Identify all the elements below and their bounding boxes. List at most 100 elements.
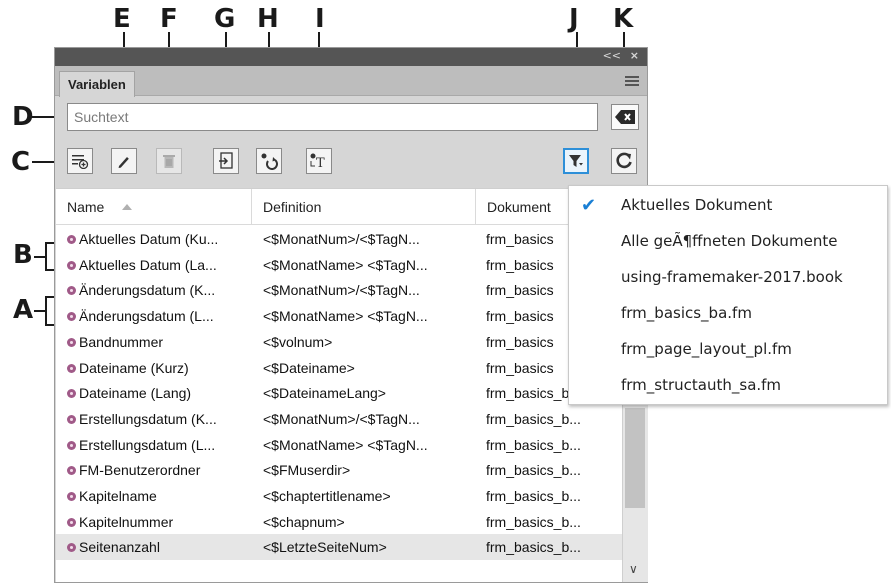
table-row[interactable]: Änderungsdatum (L... <$MonatName> <$TagN.… [56,303,622,329]
cell-name: Kapitelname [67,483,252,509]
table-row[interactable]: Seitenanzahl <$LetzteSeiteNum> frm_basics_… [56,534,622,561]
filter-option-frm-basics[interactable]: frm_basics_ba.fm [569,296,887,331]
variable-text-icon: T [310,153,325,170]
edit-pencil-icon [118,157,129,168]
table-row[interactable]: Erstellungsdatum (K... <$MonatNum>/<$TagN… [56,406,622,432]
collapse-icon[interactable]: << [603,49,621,62]
table-row[interactable]: Dateiname (Lang) <$DateinameLang> frm_basi… [56,380,622,406]
filter-option-label: using-framemaker-2017.book [621,268,843,286]
cell-definition: <$LetzteSeiteNum> [263,539,387,556]
filter-dropdown-menu: ✔ Aktuelles Dokument Alle geÃ¶ffneten Do… [568,185,888,405]
table-row[interactable]: Bandnummer <$volnum> frm_basics [56,329,622,355]
filter-option-current-document[interactable]: ✔ Aktuelles Dokument [569,188,887,223]
cell-document: frm_basics_b... [486,462,581,479]
cell-definition: <$MonatNum>/<$TagN... [263,282,420,299]
filter-option-label: Aktuelles Dokument [621,196,773,214]
cell-name: Bandnummer [67,329,252,355]
column-header-definition-label: Definition [263,199,322,215]
cell-definition: <$DateinameLang> [263,385,386,402]
variable-gear-icon [67,337,76,347]
filter-option-book[interactable]: using-framemaker-2017.book [569,260,887,295]
callout-d: D [12,102,34,132]
insert-variable-icon [219,152,233,169]
cell-name-text: Kapitelname [79,488,157,504]
table-row[interactable]: Erstellungsdatum (L... <$MonatName> <$Tag… [56,432,622,458]
checkmark-icon: ✔ [581,195,597,216]
cell-name-text: Dateiname (Lang) [79,385,192,402]
cell-definition: <$MonatName> <$TagN... [263,308,428,325]
clear-search-icon [615,110,635,124]
callout-k: K [613,4,634,34]
cell-name-text: Aktuelles Datum (La... [79,256,217,273]
refresh-icon [616,152,632,169]
variable-text-button[interactable]: T [306,148,332,174]
variables-panel: << × Variablen Suchtext T Name Definitio… [54,47,648,583]
cell-definition: <$MonatNum>/<$TagN... [263,231,420,247]
cell-name: FM-Benutzerordner [67,457,252,483]
scroll-down-icon[interactable]: ∨ [629,562,638,576]
tab-variablen[interactable]: Variablen [59,71,135,97]
table-row[interactable]: FM-Benutzerordner <$FMuserdir> frm_basics_… [56,457,622,483]
tab-bar: Variablen [55,66,647,97]
delete-variable-button[interactable] [156,148,182,174]
table-row[interactable]: Aktuelles Datum (La... <$MonatName> <$Tag… [56,252,622,278]
cell-document: frm_basics_b... [486,436,581,453]
close-icon[interactable]: × [630,49,639,62]
cell-definition: <$volnum> [263,333,333,350]
callout-a: A [13,295,34,325]
clear-search-button[interactable] [611,104,639,130]
column-header-name-label: Name [67,199,105,215]
filter-button[interactable] [563,148,589,174]
cell-name: Erstellungsdatum (K... [67,406,252,432]
cell-name-text: Änderungsdatum (K... [79,282,216,299]
cell-name-text: Erstellungsdatum (L... [79,436,216,453]
table-row[interactable]: Dateiname (Kurz) <$Dateiname> frm_basics [56,355,622,381]
convert-variable-button[interactable] [256,148,282,174]
cell-name: Aktuelles Datum (La... [67,252,252,278]
cell-document: frm_basics_b... [486,513,581,530]
callout-j: J [569,4,579,34]
refresh-button[interactable] [611,148,637,174]
edit-variable-button[interactable] [111,148,137,174]
insert-variable-button[interactable] [213,148,239,174]
callout-bracket-a [45,296,47,326]
variable-gear-icon [67,492,76,501]
callout-bracket-b [45,242,47,271]
variable-gear-icon [67,517,76,527]
filter-option-frm-structauth[interactable]: frm_structauth_sa.fm [569,368,887,403]
column-header-definition[interactable]: Definition [252,189,476,225]
cell-name-text: Änderungsdatum (L... [79,308,214,325]
variable-gear-icon [67,312,76,322]
callout-e: E [113,4,131,34]
cell-name-text: Aktuelles Datum (Ku... [79,231,219,247]
cell-definition: <$MonatNum>/<$TagN... [263,410,420,427]
filter-option-label: Alle geÃ¶ffneten Dokumente [621,232,838,250]
filter-icon [569,155,583,167]
cell-definition: <$MonatName> <$TagN... [263,436,428,453]
column-header-name[interactable]: Name [56,189,252,225]
filter-option-label: frm_structauth_sa.fm [621,376,782,394]
panel-title-strip: << × [55,48,647,66]
table-row[interactable]: Kapitelnummer <$chapnum> frm_basics_b... [56,509,622,535]
new-variable-button[interactable] [67,148,93,174]
cell-name: Dateiname (Lang) [67,380,252,406]
variable-gear-icon [67,440,76,450]
table-row[interactable]: Aktuelles Datum (Ku... <$MonatNum>/<$TagN… [56,226,622,252]
variable-gear-icon [67,414,76,424]
cell-definition: <$Dateiname> [263,359,355,376]
variable-list: Name Definition Dokument Aktuelles Datum… [56,188,622,582]
table-row[interactable]: Änderungsdatum (K... <$MonatNum>/<$TagN..… [56,277,622,303]
cell-document: frm_basics_b... [486,488,581,504]
search-input[interactable]: Suchtext [67,103,598,131]
cell-name: Aktuelles Datum (Ku... [67,226,252,252]
sort-ascending-icon [122,204,133,210]
convert-to-text-icon [261,153,278,170]
variable-gear-icon [67,543,76,553]
panel-menu-icon[interactable] [625,76,639,88]
table-row[interactable]: Kapitelname <$chaptertitlename> frm_basics… [56,483,622,509]
filter-option-frm-page-layout[interactable]: frm_page_layout_pl.fm [569,332,887,367]
filter-option-all-open-documents[interactable]: Alle geÃ¶ffneten Dokumente [569,224,887,259]
scrollbar-thumb[interactable] [625,408,645,508]
cell-name: Änderungsdatum (L... [67,303,252,329]
cell-document: frm_basics_b... [486,539,581,556]
